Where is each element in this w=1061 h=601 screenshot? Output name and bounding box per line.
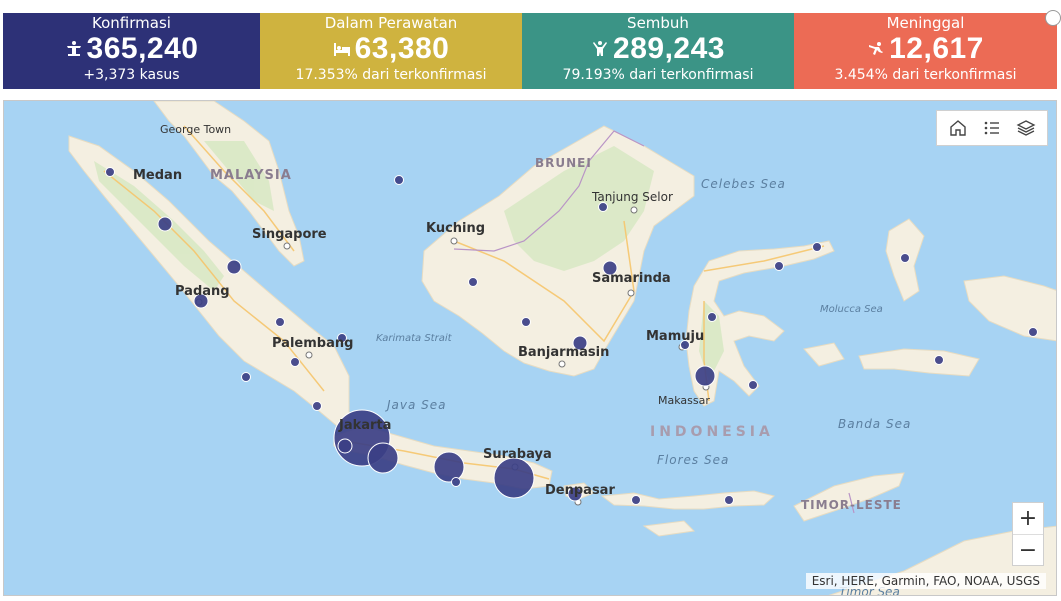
stat-label: Dalam Perawatan <box>324 14 458 32</box>
city-marker-kuching <box>450 237 458 245</box>
celebrate-person-icon <box>593 41 608 56</box>
label-timor-leste: TIMOR-LESTE <box>801 498 902 512</box>
stat-card-deaths: Meninggal 12,617 3.454% dari terkonfirma… <box>794 13 1057 89</box>
stat-label: Meninggal <box>886 14 965 32</box>
case-bubble[interactable] <box>631 495 641 505</box>
map-toolbar <box>936 110 1048 146</box>
stat-label: Konfirmasi <box>92 14 171 32</box>
case-bubble[interactable] <box>433 451 465 483</box>
home-icon <box>950 120 966 136</box>
expand-icon[interactable] <box>1045 10 1061 26</box>
layers-icon <box>1016 120 1036 136</box>
stat-value: 12,617 <box>889 32 984 65</box>
case-bubble[interactable] <box>774 261 784 271</box>
case-bubble[interactable] <box>275 317 285 327</box>
label-java-sea: Java Sea <box>385 398 447 412</box>
label-indonesia: INDONESIA <box>650 424 774 440</box>
label-celebes-sea: Celebes Sea <box>701 177 786 191</box>
case-bubble[interactable] <box>748 380 758 390</box>
stat-sub: 3.454% dari terkonfirmasi <box>834 67 1017 83</box>
stat-sub: 79.193% dari terkonfirmasi <box>562 67 754 83</box>
label-malaysia: MALAYSIA <box>210 168 292 183</box>
city-marker-samarinda <box>627 289 635 297</box>
case-bubble[interactable] <box>312 401 322 411</box>
label-karimata-strait: Karimata Strait <box>376 333 453 344</box>
falling-person-icon <box>869 42 884 55</box>
stats-bar: Konfirmasi 365,240 +3,373 kasus Dalam Pe… <box>3 13 1057 89</box>
zoom-out-button[interactable]: − <box>1013 534 1043 565</box>
case-bubble[interactable] <box>724 495 734 505</box>
label-brunei: BRUNEI <box>535 156 592 170</box>
city-marker-palembang <box>305 351 313 359</box>
zoom-in-button[interactable]: + <box>1013 503 1043 534</box>
stat-card-confirmed: Konfirmasi 365,240 +3,373 kasus <box>3 13 260 89</box>
label-samarinda: Samarinda <box>592 271 671 286</box>
case-bubble[interactable] <box>367 442 399 474</box>
label-palembang: Palembang <box>272 336 353 351</box>
case-bubble[interactable] <box>694 365 716 387</box>
label-padang: Padang <box>175 284 230 299</box>
case-bubble[interactable] <box>493 457 535 499</box>
list-icon <box>984 121 999 135</box>
stat-value: 63,380 <box>354 32 450 65</box>
stat-card-recovered: Sembuh 289,243 79.193% dari terkonfirmas… <box>522 13 794 89</box>
case-bubble[interactable] <box>468 277 478 287</box>
case-bubble[interactable] <box>707 312 717 322</box>
case-bubble[interactable] <box>226 259 242 275</box>
label-denpasar: Denpasar <box>545 483 615 498</box>
label-george-town: George Town <box>160 123 231 136</box>
label-makassar: Makassar <box>658 394 710 407</box>
label-jakarta: Jakarta <box>338 418 391 433</box>
label-banjarmasin: Banjarmasin <box>518 345 609 360</box>
stat-label: Sembuh <box>627 14 689 32</box>
label-surabaya: Surabaya <box>483 447 552 462</box>
label-medan: Medan <box>133 168 182 183</box>
label-banda-sea: Banda Sea <box>838 417 911 431</box>
zoom-control: + − <box>1012 502 1044 566</box>
case-bubble[interactable] <box>157 216 173 232</box>
case-bubble[interactable] <box>934 355 944 365</box>
label-molucca-sea: Molucca Sea <box>820 304 883 315</box>
case-bubble[interactable] <box>241 372 251 382</box>
label-tanjung-selor: Tanjung Selor <box>591 190 673 204</box>
case-bubble[interactable] <box>521 317 531 327</box>
case-bubble[interactable] <box>812 242 822 252</box>
label-mamuju: Mamuju <box>646 329 704 344</box>
city-marker-singapore <box>283 242 291 250</box>
city-marker-tanjung-selor <box>630 206 638 214</box>
case-bubble[interactable] <box>105 167 115 177</box>
case-bubble[interactable] <box>900 253 910 263</box>
hospital-bed-person-icon <box>66 41 81 56</box>
label-singapore: Singapore <box>252 227 327 242</box>
case-bubble[interactable] <box>337 438 353 454</box>
city-marker-banjarmasin <box>558 360 566 368</box>
stat-card-in-care: Dalam Perawatan 63,380 17.353% dari terk… <box>260 13 522 89</box>
stat-sub: 17.353% dari terkonfirmasi <box>295 67 487 83</box>
label-flores-sea: Flores Sea <box>657 453 729 467</box>
case-bubble[interactable] <box>451 477 461 487</box>
stat-sub: +3,373 kasus <box>83 67 180 83</box>
bed-icon <box>333 43 350 56</box>
case-bubble[interactable] <box>394 175 404 185</box>
home-button[interactable] <box>946 116 970 140</box>
case-bubble[interactable] <box>1028 327 1038 337</box>
map-view[interactable]: George Town MALAYSIA Medan Singapore Pad… <box>3 100 1057 596</box>
layers-button[interactable] <box>1014 116 1038 140</box>
stat-value: 289,243 <box>613 32 725 65</box>
case-bubble[interactable] <box>290 357 300 367</box>
legend-button[interactable] <box>980 116 1004 140</box>
map-canvas[interactable]: George Town MALAYSIA Medan Singapore Pad… <box>4 101 1057 596</box>
label-kuching: Kuching <box>426 221 485 236</box>
stat-value: 365,240 <box>86 32 199 65</box>
map-attribution: Esri, HERE, Garmin, FAO, NOAA, USGS <box>805 573 1046 589</box>
